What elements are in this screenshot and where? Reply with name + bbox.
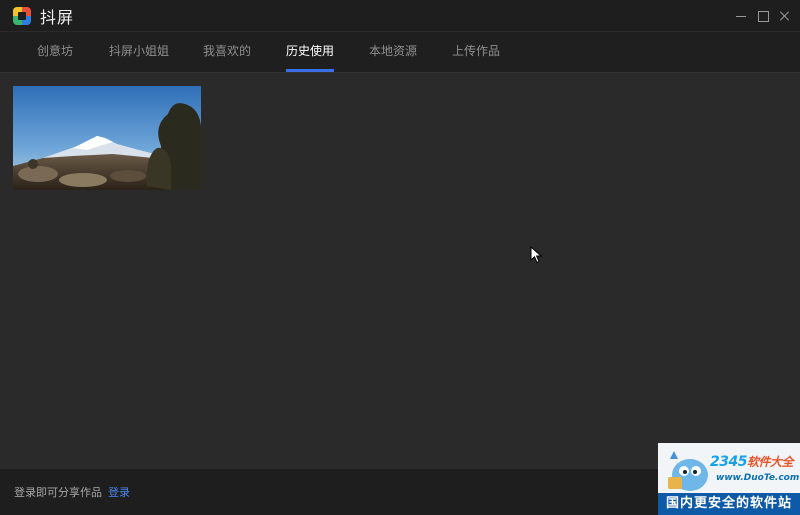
minimize-icon[interactable] <box>734 9 748 23</box>
mouse-cursor-icon <box>530 246 542 264</box>
watermark-banner: 国内更安全的软件站 <box>658 493 800 515</box>
app-logo-icon <box>13 6 31 25</box>
duote-watermark: 2345软件大全 www.DuoTe.com 国内更安全的软件站 <box>658 443 800 515</box>
tab-history[interactable]: 历史使用 <box>286 32 335 72</box>
tab-creative-workshop[interactable]: 创意坊 <box>37 32 73 72</box>
tab-bar: 创意坊 抖屏小姐姐 我喜欢的 历史使用 本地资源 上传作品 <box>0 31 800 73</box>
watermark-url: www.DuoTe.com <box>716 473 800 483</box>
tab-favorites[interactable]: 我喜欢的 <box>203 32 251 72</box>
history-item-thumbnail[interactable] <box>13 86 201 190</box>
tab-upload-works[interactable]: 上传作品 <box>452 32 500 72</box>
app-title: 抖屏 <box>40 7 75 27</box>
watermark-brand-numbers: 2345 <box>710 454 747 470</box>
history-content-area <box>0 73 800 468</box>
watermark-brand-cn: 软件大全 <box>746 455 794 469</box>
tab-local-resources[interactable]: 本地资源 <box>369 32 417 72</box>
login-link[interactable]: 登录 <box>108 484 130 500</box>
watermark-brand: 2345软件大全 <box>710 453 793 470</box>
title-bar: 抖屏 <box>0 0 800 31</box>
close-icon[interactable] <box>778 9 792 23</box>
mascot-logo-icon <box>668 451 708 491</box>
maximize-icon[interactable] <box>756 9 770 23</box>
login-prompt-text: 登录即可分享作品 <box>14 486 102 499</box>
window-controls <box>734 0 792 31</box>
mountain-landscape-thumbnail <box>13 86 201 190</box>
tab-douping-girls[interactable]: 抖屏小姐姐 <box>109 32 169 72</box>
